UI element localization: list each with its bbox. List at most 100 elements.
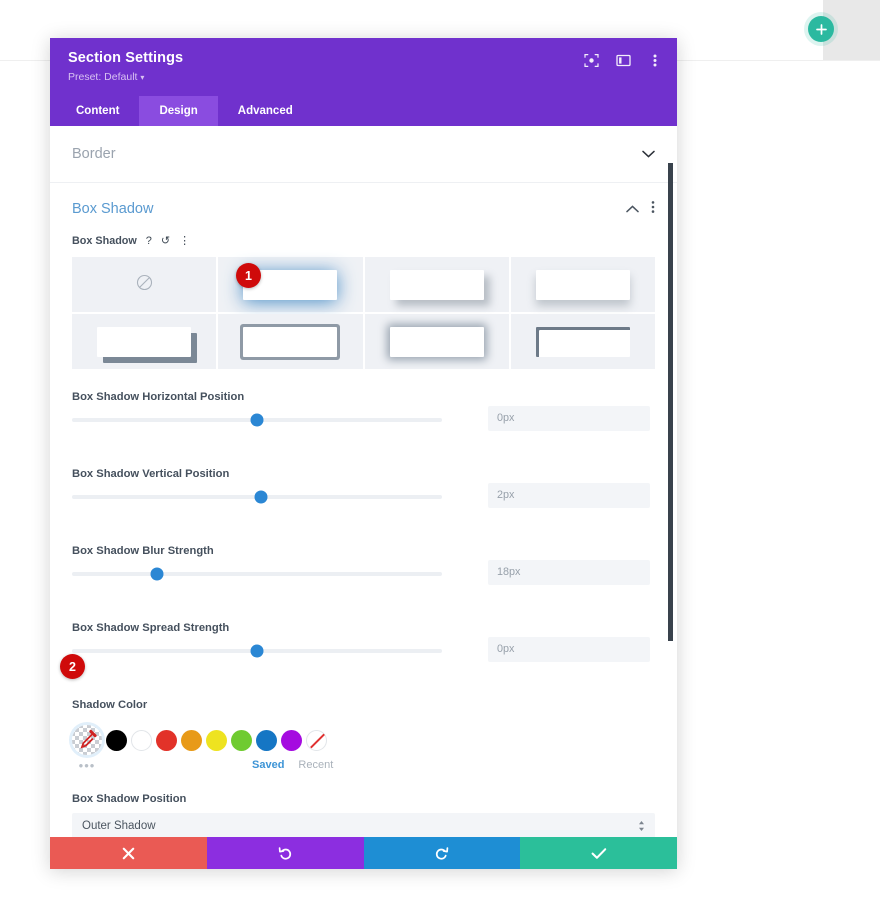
swatch-white[interactable] <box>131 729 152 751</box>
slider-vertical-position: Box Shadow Vertical Position 2px <box>72 468 655 539</box>
slider-label: Box Shadow Blur Strength <box>72 545 214 557</box>
redo-button[interactable] <box>363 837 521 869</box>
undo-button[interactable] <box>206 837 364 869</box>
section-border-label: Border <box>72 146 116 162</box>
preset-outline-ring[interactable] <box>218 314 363 369</box>
shadow-color-label: Shadow Color <box>72 699 148 711</box>
vertical-position-value[interactable]: 2px <box>488 483 650 508</box>
section-box-shadow-controls <box>626 200 655 219</box>
box-shadow-position-value: Outer Shadow <box>82 820 156 832</box>
swatch-purple[interactable] <box>281 729 302 751</box>
swatch-black[interactable] <box>106 729 127 751</box>
more-colors-button[interactable]: ••• <box>72 758 102 773</box>
more-vertical-icon[interactable]: ⋮ <box>179 235 190 247</box>
slider-spread-strength: Box Shadow Spread Strength 0px <box>72 622 655 693</box>
slider-horizontal-position: Box Shadow Horizontal Position 0px <box>72 391 655 462</box>
plus-icon <box>815 23 827 35</box>
modal-tabs: Content Design Advanced <box>50 96 677 126</box>
slider-label: Box Shadow Spread Strength <box>72 622 230 634</box>
cancel-button[interactable] <box>50 837 207 869</box>
more-vertical-icon[interactable] <box>651 200 655 219</box>
swatch-orange[interactable] <box>181 729 202 751</box>
swatch-none[interactable] <box>306 729 327 751</box>
box-shadow-field-block: Box Shadow ? ↺ ⋮ Box Shadow Horizontal P… <box>50 235 677 837</box>
preset-none[interactable] <box>72 257 217 312</box>
header-icon-group <box>583 52 663 68</box>
preset-preview <box>535 326 630 357</box>
preset-offset-bottom[interactable] <box>510 257 655 312</box>
swatch-red[interactable] <box>156 729 177 751</box>
slider-track[interactable] <box>72 413 442 427</box>
annotation-badge-2: 2 <box>60 654 85 679</box>
slider-label: Box Shadow Horizontal Position <box>72 391 245 403</box>
section-border[interactable]: Border <box>50 126 677 183</box>
preset-offset-diagonal[interactable] <box>364 257 509 312</box>
tab-saved-colors[interactable]: Saved <box>252 759 284 771</box>
add-section-button[interactable] <box>808 16 834 42</box>
tab-advanced[interactable]: Advanced <box>218 96 313 126</box>
save-button[interactable] <box>520 837 677 869</box>
chevron-updown-icon <box>638 820 645 833</box>
tab-design[interactable]: Design <box>139 96 218 126</box>
shadow-color-swatches <box>72 725 655 755</box>
help-icon[interactable]: ? <box>146 235 152 247</box>
box-shadow-field-label: Box Shadow <box>72 235 137 247</box>
layout-columns-icon[interactable] <box>615 52 631 68</box>
section-box-shadow-header[interactable]: Box Shadow <box>50 183 677 235</box>
eyedropper-icon <box>72 725 102 755</box>
chevron-down-icon <box>642 148 655 160</box>
section-settings-modal: Section Settings Preset: Default ▾ Conte… <box>50 38 677 869</box>
preset-soft-all-around[interactable] <box>364 314 509 369</box>
undo-icon <box>278 846 291 860</box>
preset-selector[interactable]: Preset: Default ▾ <box>68 70 659 85</box>
slider-handle[interactable] <box>254 490 268 504</box>
annotation-badge-1: 1 <box>236 263 261 288</box>
shadow-color-subrow: ••• Saved Recent <box>72 755 655 775</box>
swatch-yellow[interactable] <box>206 729 227 751</box>
section-box-shadow-label: Box Shadow <box>72 201 154 217</box>
close-icon <box>122 847 135 859</box>
preset-preview <box>97 326 192 357</box>
no-shadow-icon <box>136 274 153 296</box>
preset-hard-diagonal[interactable] <box>72 314 217 369</box>
swatch-blue[interactable] <box>256 729 277 751</box>
slider-handle[interactable] <box>150 567 164 581</box>
spread-strength-value[interactable]: 0px <box>488 637 650 662</box>
slider-blur-strength: Box Shadow Blur Strength 18px <box>72 545 655 616</box>
slider-handle[interactable] <box>250 644 264 658</box>
slider-track[interactable] <box>72 490 442 504</box>
color-tabs: Saved Recent <box>252 759 333 771</box>
box-shadow-field-label-row: Box Shadow ? ↺ ⋮ <box>72 235 655 247</box>
preset-preview <box>389 326 484 357</box>
slider-label: Box Shadow Vertical Position <box>72 468 230 480</box>
page-root: Section Settings Preset: Default ▾ Conte… <box>0 0 880 918</box>
slider-track[interactable] <box>72 567 442 581</box>
swatch-custom-picker[interactable] <box>72 725 102 755</box>
box-shadow-position-label: Box Shadow Position <box>72 793 187 805</box>
horizontal-position-value[interactable]: 0px <box>488 406 650 431</box>
preset-preview <box>535 269 630 300</box>
blur-strength-value[interactable]: 18px <box>488 560 650 585</box>
tab-content[interactable]: Content <box>56 96 139 126</box>
box-shadow-preset-grid <box>72 257 655 369</box>
preset-label: Preset: Default <box>68 71 138 83</box>
slider-track[interactable] <box>72 644 442 658</box>
modal-header: Section Settings Preset: Default ▾ <box>50 38 677 96</box>
preset-inset-top-left[interactable] <box>510 314 655 369</box>
slider-handle[interactable] <box>250 413 264 427</box>
chevron-down-icon: ▾ <box>140 73 145 82</box>
box-shadow-position-select[interactable]: Outer Shadow <box>72 813 655 837</box>
modal-body: Border Box Shadow Box Shadow ? ↺ ⋮ Box S… <box>50 126 677 837</box>
redo-icon <box>436 846 449 860</box>
page-title: Section Settings <box>68 50 184 66</box>
scrollbar-thumb[interactable] <box>668 163 673 641</box>
preset-preview <box>243 326 338 357</box>
chevron-up-icon[interactable] <box>626 200 639 218</box>
more-vertical-icon[interactable] <box>647 52 663 68</box>
preset-preview <box>389 269 484 300</box>
tab-recent-colors[interactable]: Recent <box>298 759 333 771</box>
swatch-green[interactable] <box>231 729 252 751</box>
check-icon <box>591 847 606 859</box>
focus-icon[interactable] <box>583 52 599 68</box>
reset-icon[interactable]: ↺ <box>161 235 170 247</box>
